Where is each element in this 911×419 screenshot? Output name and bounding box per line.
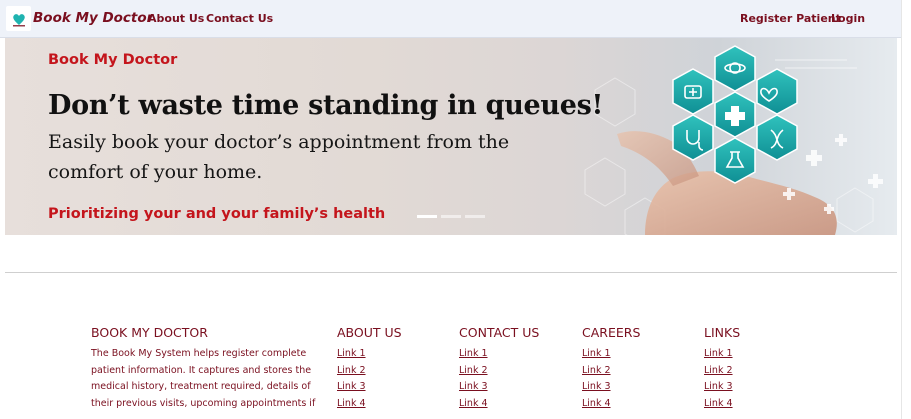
footer-column-contact-us: CONTACT US Link 1 Link 2 Link 3 Link 4	[459, 325, 539, 412]
footer-column-links: LINKS Link 1 Link 2 Link 3 Link 4	[704, 325, 740, 412]
footer-link[interactable]: Link 3	[459, 379, 539, 396]
hero-tagline: Prioritizing your and your family’s heal…	[48, 206, 386, 222]
footer-link[interactable]: Link 3	[582, 379, 640, 396]
footer-link[interactable]: Link 2	[582, 363, 640, 380]
hero-kicker: Book My Doctor	[48, 52, 178, 68]
section-divider	[5, 272, 897, 273]
carousel-indicators	[417, 215, 485, 218]
footer-link[interactable]: Link 1	[337, 346, 402, 363]
logo-icon[interactable]	[6, 6, 31, 31]
carousel-indicator-2[interactable]	[441, 215, 461, 218]
window-scrollbar[interactable]	[901, 0, 911, 419]
footer-column-careers: CAREERS Link 1 Link 2 Link 3 Link 4	[582, 325, 640, 412]
footer-link[interactable]: Link 4	[704, 396, 740, 413]
footer-link[interactable]: Link 2	[704, 363, 740, 380]
footer-link[interactable]: Link 4	[582, 396, 640, 413]
footer-link[interactable]: Link 3	[704, 379, 740, 396]
footer-about-column: BOOK MY DOCTOR The Book My System helps …	[91, 325, 323, 412]
login-button[interactable]: Login	[831, 12, 865, 25]
hero-title: Don’t waste time standing in queues!	[48, 90, 604, 121]
carousel-indicator-1[interactable]	[417, 215, 437, 218]
footer-link[interactable]: Link 4	[459, 396, 539, 413]
carousel-indicator-3[interactable]	[465, 215, 485, 218]
footer-link[interactable]: Link 3	[337, 379, 402, 396]
footer-link[interactable]: Link 1	[582, 346, 640, 363]
footer-link[interactable]: Link 1	[459, 346, 539, 363]
navbar: Book My Doctor About Us Contact Us Regis…	[0, 0, 911, 38]
footer-heading-links: LINKS	[704, 325, 741, 340]
footer-column-about-us: ABOUT US Link 1 Link 2 Link 3 Link 4	[337, 325, 402, 412]
footer-about-text: The Book My System helps register comple…	[91, 348, 316, 409]
brand-name[interactable]: Book My Doctor	[33, 10, 153, 26]
footer-link[interactable]: Link 2	[337, 363, 402, 380]
footer-heading-careers: CAREERS	[582, 325, 641, 340]
footer-heading-about-us: ABOUT US	[337, 325, 402, 340]
nav-about-us[interactable]: About Us	[148, 12, 204, 25]
hero-carousel[interactable]: Book My Doctor Don’t waste time standing…	[5, 38, 897, 235]
footer-link[interactable]: Link 2	[459, 363, 539, 380]
footer-heading-contact-us: CONTACT US	[459, 325, 540, 340]
hero-subtitle: Easily book your doctor’s appointment fr…	[48, 131, 510, 183]
register-patient-button[interactable]: Register Patient	[740, 12, 841, 25]
nav-contact-us[interactable]: Contact Us	[206, 12, 273, 25]
footer-link[interactable]: Link 1	[704, 346, 740, 363]
footer-link[interactable]: Link 4	[337, 396, 402, 413]
footer-about-heading: BOOK MY DOCTOR	[91, 325, 208, 340]
